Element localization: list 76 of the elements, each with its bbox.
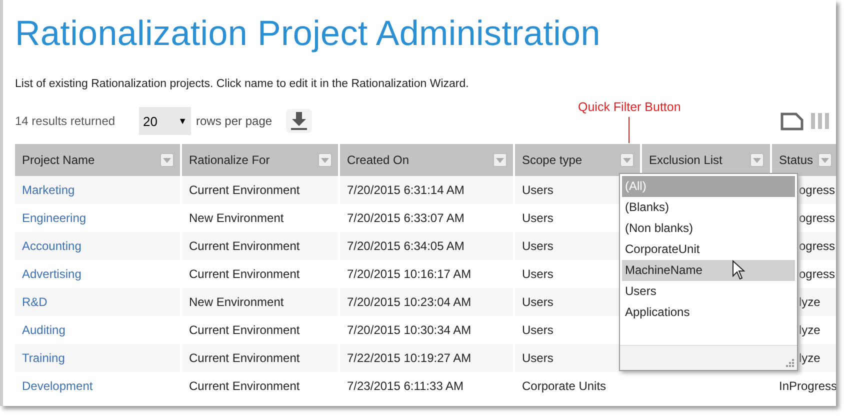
filter-button[interactable] bbox=[160, 153, 174, 167]
project-link[interactable]: R&D bbox=[22, 295, 48, 309]
filter-option[interactable]: (Blanks) bbox=[622, 197, 795, 218]
filter-option[interactable]: CorporateUnit bbox=[622, 239, 795, 260]
column-header[interactable]: Scope type bbox=[514, 144, 641, 176]
table-cell: 7/23/2015 6:11:33 AM bbox=[347, 379, 464, 393]
table-cell: Corporate Units bbox=[522, 379, 606, 393]
table-cell: Current Environment bbox=[189, 351, 300, 365]
download-button[interactable] bbox=[286, 109, 312, 133]
leader-line bbox=[628, 117, 630, 143]
table-cell: 7/20/2015 6:31:14 AM bbox=[347, 183, 464, 197]
table-cell: Current Environment bbox=[189, 379, 300, 393]
table-cell: lyze bbox=[799, 295, 820, 309]
caret-icon bbox=[321, 158, 329, 162]
table-cell: lyze bbox=[799, 323, 820, 337]
caret-icon bbox=[163, 158, 171, 162]
table-cell: 7/20/2015 10:16:17 AM bbox=[347, 267, 472, 281]
column-header[interactable]: Created On bbox=[339, 144, 514, 176]
filter-option[interactable]: Users bbox=[622, 281, 795, 302]
table-cell: 7/20/2015 6:33:07 AM bbox=[347, 211, 464, 225]
page-size-select[interactable]: 20 ▼ bbox=[139, 107, 191, 135]
column-header[interactable]: Rationalize For bbox=[181, 144, 339, 176]
download-icon bbox=[290, 112, 308, 130]
table-cell: ogress bbox=[799, 183, 836, 197]
description-text: List of existing Rationalization projects. Click name to edit it in the Rationalization Wizard. bbox=[15, 78, 470, 90]
table-cell: ogress bbox=[799, 211, 836, 225]
table-cell: ogress bbox=[799, 267, 836, 281]
filter-option[interactable]: MachineName bbox=[622, 260, 795, 281]
page-icon[interactable] bbox=[780, 111, 804, 131]
table-cell: Current Environment bbox=[189, 323, 300, 337]
filter-button[interactable] bbox=[818, 153, 832, 167]
table-cell: New Environment bbox=[189, 295, 284, 309]
table-cell: Users bbox=[522, 211, 554, 225]
project-link[interactable]: Accounting bbox=[22, 239, 82, 253]
column-header[interactable]: Exclusion List bbox=[641, 144, 771, 176]
filter-button[interactable] bbox=[750, 153, 764, 167]
filter-option[interactable]: (Non blanks) bbox=[622, 218, 795, 239]
project-link[interactable]: Training bbox=[22, 351, 65, 365]
table-cell: Users bbox=[522, 183, 554, 197]
table-cell: 7/20/2015 10:30:34 AM bbox=[347, 323, 472, 337]
caret-icon bbox=[496, 158, 504, 162]
table-cell: Users bbox=[522, 351, 554, 365]
table-cell: Users bbox=[522, 323, 554, 337]
table-cell: lyze bbox=[799, 351, 820, 365]
resize-grip-icon[interactable] bbox=[784, 357, 794, 367]
filter-button[interactable] bbox=[493, 153, 507, 167]
table-cell: New Environment bbox=[189, 211, 284, 225]
annotation-label: Quick Filter Button bbox=[578, 100, 681, 114]
caret-icon bbox=[623, 158, 631, 162]
rows-per-page-label: rows per page bbox=[196, 114, 274, 128]
table-cell: Users bbox=[522, 267, 554, 281]
caret-icon bbox=[753, 158, 761, 162]
columns-icon[interactable] bbox=[810, 111, 830, 131]
table-cell: Users bbox=[522, 239, 554, 253]
filter-button[interactable] bbox=[620, 153, 634, 167]
table-cell: Current Environment bbox=[189, 267, 300, 281]
results-count: 14 results returned bbox=[15, 114, 116, 128]
caret-icon bbox=[821, 158, 829, 162]
table-cell: 7/22/2015 10:19:27 AM bbox=[347, 351, 472, 365]
project-link[interactable]: Development bbox=[22, 379, 93, 393]
project-link[interactable]: Advertising bbox=[22, 267, 82, 281]
table-cell: Users bbox=[522, 295, 554, 309]
filter-option[interactable]: Applications bbox=[622, 302, 795, 323]
table-cell: Current Environment bbox=[189, 183, 300, 197]
project-link[interactable]: Engineering bbox=[22, 211, 86, 225]
mouse-pointer-icon bbox=[732, 260, 746, 280]
column-header[interactable]: Status bbox=[771, 144, 836, 176]
column-header[interactable]: Project Name bbox=[15, 144, 181, 176]
project-link[interactable]: Marketing bbox=[22, 183, 75, 197]
project-link[interactable]: Auditing bbox=[22, 323, 66, 337]
table-cell: 7/20/2015 10:23:04 AM bbox=[347, 295, 472, 309]
table-cell: Current Environment bbox=[189, 239, 300, 253]
table-cell: 7/20/2015 6:34:05 AM bbox=[347, 239, 464, 253]
filter-button[interactable] bbox=[318, 153, 332, 167]
page-title: Rationalization Project Administration bbox=[15, 14, 602, 54]
table-cell: ogress bbox=[799, 239, 836, 253]
